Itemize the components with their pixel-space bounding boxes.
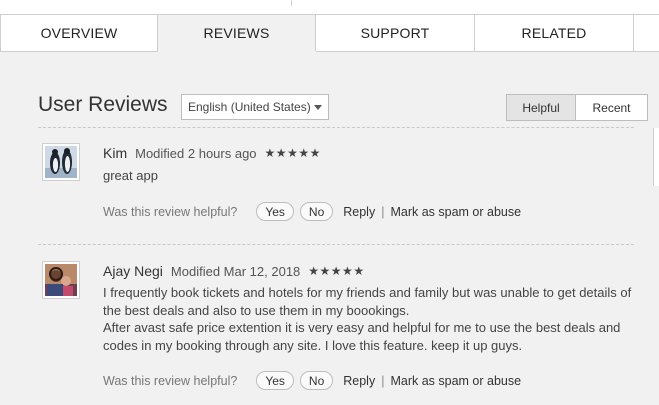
avatar	[42, 143, 80, 181]
review-modified: Modified Mar 12, 2018	[170, 263, 301, 279]
avatar	[42, 261, 80, 299]
review-text: great app	[103, 168, 158, 183]
review-body: I frequently book tickets and hotels for…	[103, 284, 635, 354]
mark-spam-link[interactable]: Mark as spam or abuse	[390, 374, 521, 388]
user-photo-avatar-icon	[45, 264, 77, 296]
helpful-row: Was this review helpful? Yes No Reply | …	[103, 371, 521, 390]
review-text: I frequently book tickets and hotels for…	[103, 285, 632, 318]
tab-reviews[interactable]: REVIEWS	[158, 14, 316, 52]
tab-related[interactable]: RELATED	[475, 14, 634, 52]
tab-overview[interactable]: OVERVIEW	[0, 14, 158, 52]
review-body: great app	[103, 167, 633, 185]
tab-active-gap	[158, 51, 316, 52]
strip-divider	[291, 0, 292, 6]
sort-toggle: Helpful Recent	[506, 94, 648, 121]
review-header: Kim Modified 2 hours ago ★★★★★	[103, 145, 321, 161]
page-title: User Reviews	[38, 93, 168, 116]
header-divider	[38, 127, 634, 128]
sort-recent-button[interactable]: Recent	[576, 94, 648, 121]
yes-button[interactable]: Yes	[256, 202, 294, 221]
mark-spam-link[interactable]: Mark as spam or abuse	[390, 205, 521, 219]
language-select-value: English (United States)	[188, 100, 311, 114]
penguins-avatar-icon	[45, 146, 77, 178]
tab-bar: OVERVIEW REVIEWS SUPPORT RELATED	[0, 14, 659, 52]
reply-link[interactable]: Reply	[343, 205, 375, 219]
action-separator: |	[381, 373, 385, 388]
review-divider	[38, 244, 634, 245]
reviewer-name[interactable]: Ajay Negi	[103, 263, 163, 279]
chevron-down-icon	[314, 105, 322, 110]
reply-link[interactable]: Reply	[343, 374, 375, 388]
no-button[interactable]: No	[299, 371, 334, 390]
star-rating: ★★★★★	[264, 146, 321, 160]
review-modified: Modified 2 hours ago	[135, 145, 257, 161]
helpful-row: Was this review helpful? Yes No Reply | …	[103, 202, 521, 221]
scrollbar[interactable]	[653, 128, 659, 186]
top-strip	[0, 0, 659, 14]
tab-overflow	[634, 14, 659, 52]
action-separator: |	[381, 204, 385, 219]
no-button[interactable]: No	[299, 202, 334, 221]
tab-support[interactable]: SUPPORT	[316, 14, 475, 52]
helpful-prompt: Was this review helpful?	[103, 204, 238, 219]
language-select[interactable]: English (United States)	[181, 94, 329, 120]
sort-helpful-button[interactable]: Helpful	[506, 94, 576, 121]
tab-divider	[0, 51, 659, 52]
star-rating: ★★★★★	[308, 264, 365, 278]
review-header: Ajay Negi Modified Mar 12, 2018 ★★★★★	[103, 263, 365, 279]
helpful-prompt: Was this review helpful?	[103, 373, 238, 388]
yes-button[interactable]: Yes	[256, 371, 294, 390]
review-text: After avast safe price extention it is v…	[103, 320, 621, 353]
reviewer-name[interactable]: Kim	[103, 145, 127, 161]
